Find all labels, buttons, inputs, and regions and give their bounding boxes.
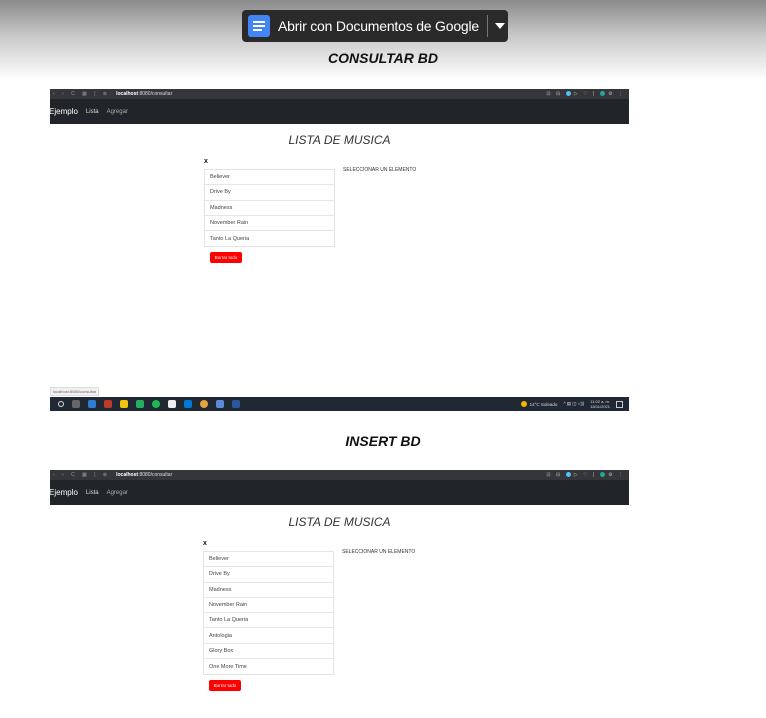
list-item[interactable]: November Rain xyxy=(205,216,334,232)
browser-toolbar: ‹ › C ▦ | ⊕ localhost:8080/consultar ⊡ ⊟… xyxy=(50,89,629,99)
extension-icons[interactable]: ⊡ ⊟ ▷ ♡ | ⚙ ⋮ xyxy=(546,91,625,97)
section-title-consultar: CONSULTAR BD xyxy=(328,50,438,66)
file-explorer-icon[interactable] xyxy=(120,400,128,408)
browser-nav-icons[interactable]: ‹ › C ▦ | ⊕ xyxy=(53,91,110,97)
app-icon[interactable] xyxy=(136,400,144,408)
open-with-google-docs-button[interactable]: Abrir con Documentos de Google xyxy=(242,10,508,42)
select-hint: SELECCIONAR UN ELEMENTO xyxy=(342,549,416,555)
list-item[interactable]: Madness xyxy=(205,201,334,216)
address-bar[interactable]: localhost:8080/consultar xyxy=(116,472,172,478)
status-bar-url: localhost:8080/consultar xyxy=(50,387,100,396)
close-icon[interactable]: x xyxy=(204,158,208,165)
word-icon[interactable] xyxy=(232,400,240,408)
delete-all-button[interactable]: Borrar todo xyxy=(210,252,242,263)
app-icon[interactable] xyxy=(88,400,96,408)
url-path: :8080/consultar xyxy=(138,472,173,478)
list-item[interactable]: November Rain xyxy=(204,598,333,614)
app-navbar: Ejemplo Lista Agregar xyxy=(50,480,629,505)
google-docs-icon xyxy=(248,15,270,37)
windows-taskbar: 14°C Soleado ^ ▤ ◫ ◁)) 11:02 a. m. 18/11… xyxy=(50,397,629,411)
browser-toolbar: ‹ › C ▦ | ⊕ localhost:8080/consultar ⊡ ⊟… xyxy=(50,470,629,480)
url-host: localhost xyxy=(116,472,139,478)
vscode-icon[interactable] xyxy=(184,400,192,408)
app-icon[interactable] xyxy=(104,400,112,408)
song-list: Believer Drive By Madness November Rain … xyxy=(203,551,334,676)
page-heading: LISTA DE MUSICA xyxy=(288,133,391,147)
clock[interactable]: 11:02 a. m. 18/11/2021 xyxy=(590,399,610,409)
app-navbar: Ejemplo Lista Agregar xyxy=(50,99,629,124)
chrome-icon[interactable] xyxy=(200,400,208,408)
weather-text[interactable]: 14°C Soleado xyxy=(530,402,558,407)
list-item[interactable]: Drive By xyxy=(204,567,333,583)
button-divider xyxy=(487,15,488,37)
screenshot-consultar: ‹ › C ▦ | ⊕ localhost:8080/consultar ⊡ ⊟… xyxy=(50,89,629,411)
app-icon[interactable] xyxy=(168,400,176,408)
system-tray: 14°C Soleado ^ ▤ ◫ ◁)) 11:02 a. m. 18/11… xyxy=(520,399,623,409)
list-item[interactable]: Believer xyxy=(205,170,334,186)
select-hint: SELECCIONAR UN ELEMENTO xyxy=(343,167,417,173)
list-item[interactable]: Believer xyxy=(204,552,333,568)
browser-nav-icons[interactable]: ‹ › C ▦ | ⊕ xyxy=(53,472,110,478)
list-item[interactable]: Antologia xyxy=(204,628,333,644)
nav-link-agregar[interactable]: Agregar xyxy=(107,109,128,115)
clock-date: 18/11/2021 xyxy=(590,404,610,409)
list-item[interactable]: Glory Box xyxy=(204,644,333,660)
navbar-brand[interactable]: Ejemplo xyxy=(50,488,78,497)
extension-icons[interactable]: ⊡ ⊟ ▷ ♡ | ⚙ ⋮ xyxy=(546,472,625,478)
spotify-icon[interactable] xyxy=(152,400,160,408)
navbar-brand[interactable]: Ejemplo xyxy=(50,107,78,116)
list-item[interactable]: Drive By xyxy=(205,185,334,201)
page-heading: LISTA DE MUSICA xyxy=(288,515,391,529)
nav-link-lista[interactable]: Lista xyxy=(86,490,99,496)
url-host: localhost xyxy=(116,91,139,97)
open-with-label: Abrir con Documentos de Google xyxy=(278,18,479,34)
weather-icon xyxy=(520,401,527,407)
delete-all-button[interactable]: Borrar todo xyxy=(209,680,241,691)
url-path: :8080/consultar xyxy=(138,91,173,97)
close-icon[interactable]: x xyxy=(203,540,207,547)
song-list: Believer Drive By Madness November Rain … xyxy=(204,169,335,248)
list-item[interactable]: Madness xyxy=(204,583,333,598)
list-item[interactable]: One More Time xyxy=(204,659,333,674)
screenshot-insert: ‹ › C ▦ | ⊕ localhost:8080/consultar ⊡ ⊟… xyxy=(50,470,629,718)
list-item[interactable]: Tanto La Queria xyxy=(205,231,334,246)
app-icon[interactable] xyxy=(216,400,224,408)
search-icon[interactable] xyxy=(58,401,64,407)
section-title-insert: INSERT BD xyxy=(345,433,421,449)
notifications-icon[interactable] xyxy=(616,400,623,408)
tray-icons[interactable]: ^ ▤ ◫ ◁)) xyxy=(563,401,584,407)
address-bar[interactable]: localhost:8080/consultar xyxy=(116,91,172,97)
caret-down-icon[interactable] xyxy=(495,23,505,29)
nav-link-agregar[interactable]: Agregar xyxy=(107,490,128,496)
list-item[interactable]: Tanto La Queria xyxy=(204,613,333,629)
nav-link-lista[interactable]: Lista xyxy=(86,109,99,115)
task-view-icon[interactable] xyxy=(72,400,80,408)
